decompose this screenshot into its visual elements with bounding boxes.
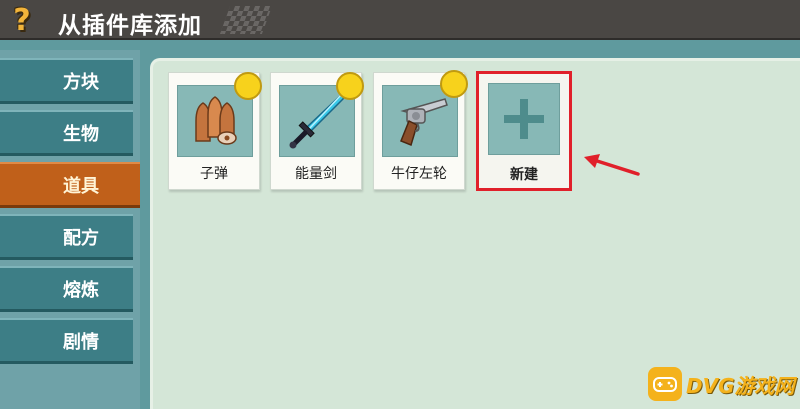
watermark: DVG游戏网 [648,364,798,404]
bullets-icon [195,96,237,145]
sidebar-item-label: 配方 [63,227,99,249]
card-label: 能量剑 [295,166,337,182]
help-icon[interactable]: ? [4,3,40,38]
pointer-arrow-icon [584,154,640,176]
card-label: 牛仔左轮 [391,166,447,182]
gamepad-icon [648,367,682,401]
sidebar-item-label: 生物 [63,123,99,145]
page-title: 从插件库添加 [58,13,202,39]
sidebar-item-label: 道具 [63,175,99,197]
plus-icon [504,99,544,139]
checker-decoration [219,6,273,34]
card-thumbnail [488,83,560,155]
energy-sword-icon [289,91,347,149]
sidebar-item-label: 方块 [63,71,99,93]
new-badge [234,72,262,100]
sidebar-item-props[interactable]: 道具 [0,162,140,208]
sidebar-item-creatures[interactable]: 生物 [0,110,133,156]
sidebar-item-label: 剧情 [63,331,99,353]
watermark-text: DVG游戏网 [686,373,795,398]
sidebar-item-plot[interactable]: 剧情 [0,318,133,364]
create-new-label: 新建 [510,167,538,183]
sidebar-item-recipes[interactable]: 配方 [0,214,133,260]
sidebar-item-smelting[interactable]: 熔炼 [0,266,133,312]
card-label: 子弹 [200,166,228,182]
category-sidebar: 方块 生物 道具 配方 熔炼 剧情 [0,50,140,409]
revolver-icon [400,98,448,147]
new-badge [440,70,468,98]
create-new-button[interactable]: 新建 [476,71,572,191]
sidebar-item-blocks[interactable]: 方块 [0,58,133,104]
new-badge [336,72,364,100]
sidebar-item-label: 熔炼 [63,279,99,301]
title-bar: ? 从插件库添加 [0,0,800,40]
